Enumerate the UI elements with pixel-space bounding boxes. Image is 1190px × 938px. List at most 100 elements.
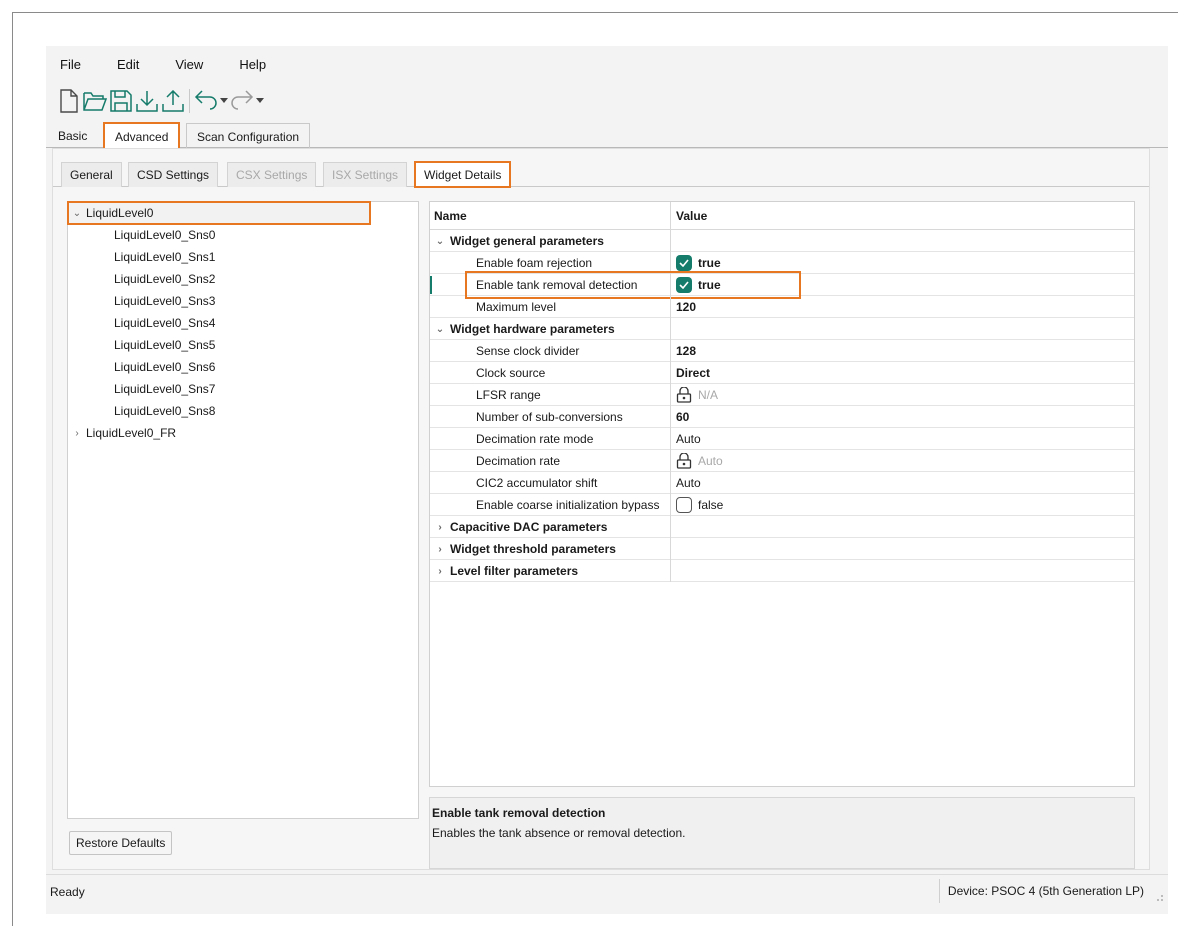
tree-item-sns5[interactable]: LiquidLevel0_Sns5 — [68, 334, 418, 356]
group-level-filter-parameters[interactable]: › Level filter parameters — [430, 560, 1134, 582]
property-row[interactable]: Enable coarse initialization bypass fals… — [430, 494, 1134, 516]
property-row[interactable]: LFSR range N/A — [430, 384, 1134, 406]
property-value[interactable]: 128 — [676, 340, 696, 362]
save-button[interactable] — [108, 87, 134, 115]
property-value: N/A — [676, 384, 718, 406]
menu-edit[interactable]: Edit — [117, 57, 139, 72]
property-row-selected[interactable]: Enable tank removal detection true — [430, 271, 1134, 299]
menu-help[interactable]: Help — [239, 57, 266, 72]
property-row[interactable]: Maximum level 120 — [430, 296, 1134, 318]
redo-button[interactable] — [229, 87, 255, 115]
property-grid: Name Value ⌄ Widget general parameters En… — [429, 201, 1135, 787]
chevron-down-icon[interactable]: ⌄ — [68, 208, 86, 219]
property-value[interactable]: true — [676, 274, 721, 296]
property-name: LFSR range — [476, 388, 541, 402]
tree-item-sns2[interactable]: LiquidLevel0_Sns2 — [68, 268, 418, 290]
property-row[interactable]: Decimation rate Auto — [430, 450, 1134, 472]
tree-item-label: LiquidLevel0_Sns6 — [114, 360, 216, 374]
property-row[interactable]: Decimation rate mode Auto — [430, 428, 1134, 450]
property-value[interactable]: 60 — [676, 406, 689, 428]
tree-item-sns8[interactable]: LiquidLevel0_Sns8 — [68, 400, 418, 422]
property-value[interactable]: Direct — [676, 362, 710, 384]
toolbar — [46, 84, 1168, 118]
chevron-down-icon[interactable]: ⌄ — [430, 324, 450, 335]
group-widget-hardware-parameters[interactable]: ⌄ Widget hardware parameters — [430, 318, 1134, 340]
property-value-text: true — [698, 278, 721, 292]
menu-view[interactable]: View — [175, 57, 203, 72]
sub-tab-bar: General CSD Settings CSX Settings ISX Se… — [53, 157, 1149, 188]
property-row[interactable]: Number of sub-conversions 60 — [430, 406, 1134, 428]
resize-grip-icon[interactable] — [1154, 892, 1164, 902]
chevron-down-icon[interactable]: ⌄ — [430, 236, 450, 247]
new-file-button[interactable] — [56, 87, 82, 115]
column-header-value[interactable]: Value — [676, 209, 707, 223]
open-folder-icon — [83, 92, 107, 111]
property-row[interactable]: Clock source Direct — [430, 362, 1134, 384]
tab-advanced[interactable]: Advanced — [102, 122, 181, 150]
chevron-right-icon[interactable]: › — [430, 544, 450, 555]
property-name: Enable tank removal detection — [476, 278, 638, 292]
tree-item-sns1[interactable]: LiquidLevel0_Sns1 — [68, 246, 418, 268]
status-bar: Ready Device: PSOC 4 (5th Generation LP) — [46, 874, 1168, 908]
redo-icon — [231, 90, 254, 110]
tree-item-label: LiquidLevel0_Sns0 — [114, 228, 216, 242]
subtab-widget-details[interactable]: Widget Details — [413, 161, 512, 188]
open-button[interactable] — [82, 87, 108, 115]
group-widget-general-parameters[interactable]: ⌄ Widget general parameters — [430, 230, 1134, 252]
property-name: Sense clock divider — [476, 344, 580, 358]
property-grid-header: Name Value — [430, 202, 1134, 230]
property-name: Enable coarse initialization bypass — [476, 498, 660, 512]
tree-item-liquidlevel0-fr[interactable]: › LiquidLevel0_FR — [68, 422, 418, 444]
property-row[interactable]: Sense clock divider 128 — [430, 340, 1134, 362]
tree-item-liquidlevel0[interactable]: ⌄ LiquidLevel0 — [67, 201, 371, 225]
tab-scan-configuration[interactable]: Scan Configuration — [186, 123, 311, 149]
property-description: Enable tank removal detection Enables th… — [429, 797, 1135, 869]
property-value[interactable]: Auto — [676, 428, 701, 450]
tree-item-sns6[interactable]: LiquidLevel0_Sns6 — [68, 356, 418, 378]
tree-item-sns4[interactable]: LiquidLevel0_Sns4 — [68, 312, 418, 334]
subtab-general[interactable]: General — [61, 162, 122, 187]
property-row[interactable]: Enable foam rejection true — [430, 252, 1134, 274]
property-row[interactable]: CIC2 accumulator shift Auto — [430, 472, 1134, 494]
menu-file[interactable]: File — [60, 57, 81, 72]
redo-dropdown[interactable] — [255, 87, 265, 115]
property-value[interactable]: false — [676, 494, 723, 516]
group-label: Capacitive DAC parameters — [450, 520, 608, 534]
property-name: Enable foam rejection — [476, 256, 593, 270]
checkbox-checked-icon[interactable] — [676, 277, 692, 293]
tree-item-label: LiquidLevel0_Sns7 — [114, 382, 216, 396]
group-capacitive-dac-parameters[interactable]: › Capacitive DAC parameters — [430, 516, 1134, 538]
chevron-down-icon — [220, 98, 228, 103]
chevron-right-icon[interactable]: › — [430, 566, 450, 577]
undo-button[interactable] — [193, 87, 219, 115]
import-button[interactable] — [134, 87, 160, 115]
chevron-down-icon — [256, 98, 264, 103]
property-value[interactable]: Auto — [676, 472, 701, 494]
top-tab-bar: Basic Advanced Scan Configuration — [46, 120, 1168, 150]
property-name: Maximum level — [476, 300, 557, 314]
advanced-panel: General CSD Settings CSX Settings ISX Se… — [52, 148, 1150, 870]
export-button[interactable] — [160, 87, 186, 115]
checkbox-checked-icon[interactable] — [676, 255, 692, 271]
tab-basic[interactable]: Basic — [48, 123, 97, 149]
chevron-right-icon[interactable]: › — [430, 522, 450, 533]
property-value-text: false — [698, 498, 724, 512]
group-label: Level filter parameters — [450, 564, 579, 578]
chevron-right-icon[interactable]: › — [68, 428, 86, 439]
restore-defaults-button[interactable]: Restore Defaults — [69, 831, 173, 855]
tree-item-sns7[interactable]: LiquidLevel0_Sns7 — [68, 378, 418, 400]
property-name: Decimation rate — [476, 454, 561, 468]
undo-dropdown[interactable] — [219, 87, 229, 115]
property-value[interactable]: true — [676, 252, 721, 274]
tree-item-sns0[interactable]: LiquidLevel0_Sns0 — [68, 224, 418, 246]
checkbox-unchecked-icon[interactable] — [676, 497, 692, 513]
tree-item-label: LiquidLevel0_FR — [86, 426, 177, 440]
property-value-text: N/A — [698, 388, 719, 402]
group-widget-threshold-parameters[interactable]: › Widget threshold parameters — [430, 538, 1134, 560]
property-value[interactable]: 120 — [676, 296, 696, 318]
group-label: Widget threshold parameters — [450, 542, 616, 556]
description-text: Enables the tank absence or removal dete… — [432, 826, 686, 840]
subtab-csd-settings[interactable]: CSD Settings — [128, 162, 219, 187]
column-header-name[interactable]: Name — [434, 209, 467, 223]
tree-item-sns3[interactable]: LiquidLevel0_Sns3 — [68, 290, 418, 312]
